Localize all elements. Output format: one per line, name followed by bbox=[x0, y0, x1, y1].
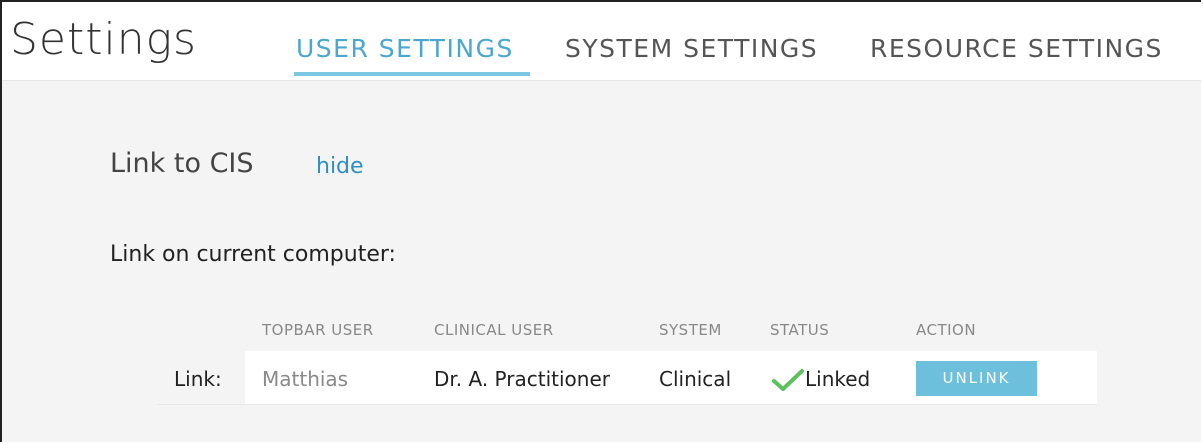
link-subheading: Link on current computer: bbox=[110, 242, 396, 267]
topbar-user-value: Matthias bbox=[262, 367, 349, 391]
section-title: Link to CIS bbox=[110, 148, 254, 179]
system-value: Clinical bbox=[659, 367, 732, 391]
column-header-status: STATUS bbox=[770, 321, 830, 339]
tab-resource-settings[interactable]: RESOURCE SETTINGS bbox=[870, 32, 1163, 66]
column-header-action: ACTION bbox=[916, 321, 977, 339]
status-value: Linked bbox=[805, 367, 871, 391]
row-label: Link: bbox=[174, 367, 222, 391]
column-header-clinical-user: CLINICAL USER bbox=[434, 321, 554, 339]
unlink-button[interactable]: UNLINK bbox=[916, 361, 1037, 396]
tab-system-settings[interactable]: SYSTEM SETTINGS bbox=[565, 32, 818, 66]
column-header-system: SYSTEM bbox=[659, 321, 722, 339]
column-header-topbar-user: TOPBAR USER bbox=[262, 321, 374, 339]
settings-header: Settings USER SETTINGS SYSTEM SETTINGS R… bbox=[2, 2, 1201, 81]
active-tab-indicator bbox=[294, 72, 530, 76]
tab-user-settings[interactable]: USER SETTINGS bbox=[296, 32, 514, 66]
page-title: Settings bbox=[10, 14, 197, 65]
hide-link[interactable]: hide bbox=[316, 151, 364, 183]
settings-window: Settings USER SETTINGS SYSTEM SETTINGS R… bbox=[0, 0, 1201, 442]
clinical-user-value: Dr. A. Practitioner bbox=[434, 367, 610, 391]
check-icon bbox=[772, 369, 804, 391]
